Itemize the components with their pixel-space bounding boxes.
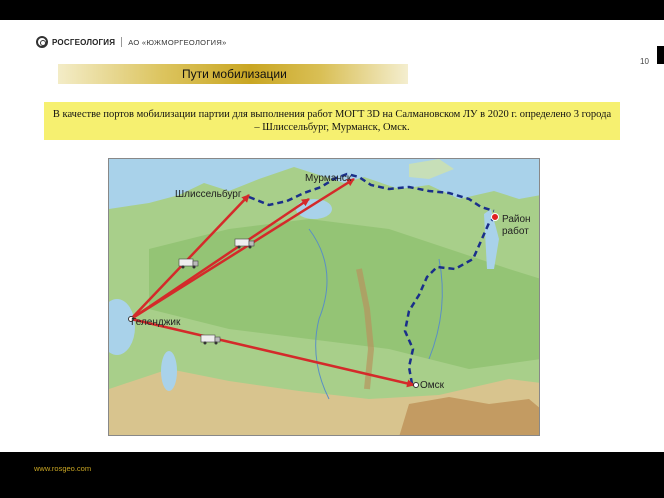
work-area-marker bbox=[491, 213, 499, 221]
caspian-sea bbox=[161, 351, 177, 391]
label-gelendzhik: Геленджик bbox=[131, 317, 181, 328]
white-sea bbox=[296, 199, 332, 219]
mountain-region bbox=[399, 397, 539, 435]
footer-url[interactable]: www.rosgeo.com bbox=[34, 464, 91, 473]
company-logo: РОСГЕОЛОГИЯ АО «ЮЖМОРГЕОЛОГИЯ» bbox=[36, 36, 227, 48]
page-number: 10 bbox=[640, 57, 649, 66]
label-murmansk: Мурманск bbox=[305, 173, 352, 184]
label-work-area-line1: Район bbox=[502, 214, 531, 225]
slide-title: Пути мобилизации bbox=[182, 67, 287, 81]
side-tab bbox=[657, 46, 664, 64]
logo-divider bbox=[121, 37, 123, 47]
label-shlisselburg: Шлиссельбург bbox=[175, 188, 242, 200]
label-work-area-line2: работ bbox=[502, 225, 529, 237]
label-omsk: Омск bbox=[420, 380, 445, 391]
logo-subsidiary: АО «ЮЖМОРГЕОЛОГИЯ» bbox=[128, 37, 227, 47]
logo-name: РОСГЕОЛОГИЯ bbox=[52, 37, 116, 47]
rosgeo-logo-icon bbox=[36, 36, 48, 48]
footer-bar bbox=[0, 452, 664, 498]
top-bar bbox=[0, 0, 664, 20]
description-box: В качестве портов мобилизации партии для… bbox=[44, 102, 620, 140]
omsk-marker bbox=[413, 382, 419, 388]
mobilization-map: Шлиссельбург Мурманск Геленджик Омск Рай… bbox=[108, 158, 540, 436]
description-text: В качестве портов мобилизации партии для… bbox=[52, 109, 612, 133]
